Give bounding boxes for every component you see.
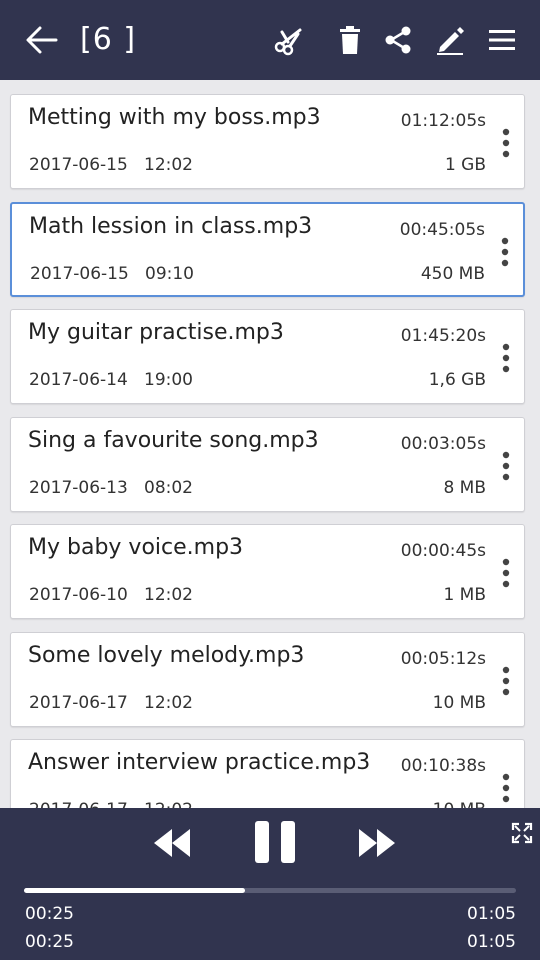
total-time: 01:05 xyxy=(467,904,516,924)
recording-duration: 01:12:05s xyxy=(400,111,486,131)
trash-icon[interactable] xyxy=(334,24,366,56)
recording-size: 1 MB xyxy=(443,585,486,605)
more-options-icon[interactable] xyxy=(496,127,516,159)
recording-item[interactable]: My guitar practise.mp3 01:45:20s 2017-06-1… xyxy=(10,309,525,404)
recording-name: Answer interview practice.mp3 xyxy=(28,750,371,775)
recording-date: 2017-06-13 08:02 xyxy=(29,478,193,498)
recording-name: Math lession in class.mp3 xyxy=(29,214,313,239)
recording-date: 2017-06-10 12:02 xyxy=(29,585,193,605)
recording-size: 10 MB xyxy=(433,800,486,808)
scissors-icon[interactable] xyxy=(272,24,304,56)
menu-icon[interactable] xyxy=(486,24,518,56)
more-options-icon[interactable] xyxy=(496,450,516,482)
recording-date: 2017-06-15 09:10 xyxy=(30,264,194,284)
more-options-icon[interactable] xyxy=(496,342,516,374)
fullscreen-icon[interactable] xyxy=(511,822,533,844)
player-panel: 00:25 01:05 00:25 01:05 xyxy=(0,808,540,960)
recording-duration: 00:10:38s xyxy=(400,756,486,776)
pause-icon[interactable] xyxy=(252,820,298,864)
more-options-icon[interactable] xyxy=(496,665,516,697)
recording-name: Some lovely melody.mp3 xyxy=(28,643,305,668)
recording-date: 2017-06-15 12:02 xyxy=(29,155,193,175)
recording-item[interactable]: My baby voice.mp3 00:00:45s 2017-06-10 12:… xyxy=(10,524,525,619)
recording-date: 2017-06-17 12:02 xyxy=(29,693,193,713)
progress-bar[interactable] xyxy=(24,888,516,893)
elapsed-time: 00:25 xyxy=(25,904,74,924)
recording-name: My baby voice.mp3 xyxy=(28,535,244,560)
total-time-secondary: 01:05 xyxy=(467,932,516,952)
recording-name: Sing a favourite song.mp3 xyxy=(28,428,319,453)
recording-size: 8 MB xyxy=(443,478,486,498)
recording-duration: 01:45:20s xyxy=(400,326,486,346)
top-app-bar: [6 ] xyxy=(0,0,540,80)
recording-size: 1 GB xyxy=(444,155,486,175)
recording-date: 2017-06-17 12:02 xyxy=(29,800,193,808)
recording-duration: 00:00:45s xyxy=(400,541,486,561)
recording-size: 1,6 GB xyxy=(428,370,486,390)
recordings-list[interactable]: Metting with my boss.mp3 01:12:05s 2017-06… xyxy=(0,80,540,808)
more-options-icon[interactable] xyxy=(496,772,516,804)
pencil-icon[interactable] xyxy=(434,24,466,56)
recording-size: 10 MB xyxy=(432,693,486,713)
fast-forward-icon[interactable] xyxy=(357,826,397,860)
selection-count: [6 ] xyxy=(80,22,137,57)
more-options-icon[interactable] xyxy=(495,236,515,268)
elapsed-time-secondary: 00:25 xyxy=(25,932,74,952)
recording-name: Metting with my boss.mp3 xyxy=(28,105,321,130)
progress-bar-fill xyxy=(24,888,246,893)
recording-item[interactable]: Math lession in class.mp3 00:45:05s 2017-0… xyxy=(10,202,525,297)
rewind-icon[interactable] xyxy=(152,826,192,860)
recording-item[interactable]: Metting with my boss.mp3 01:12:05s 2017-06… xyxy=(10,94,525,189)
recording-duration: 00:45:05s xyxy=(399,220,485,240)
recording-name: My guitar practise.mp3 xyxy=(28,320,284,345)
more-options-icon[interactable] xyxy=(496,557,516,589)
recording-item[interactable]: Some lovely melody.mp3 00:05:12s 2017-06-1… xyxy=(10,632,525,727)
recording-duration: 00:03:05s xyxy=(400,434,486,454)
recording-item[interactable]: Answer interview practice.mp3 00:10:38s 20… xyxy=(10,739,525,808)
recording-date: 2017-06-14 19:00 xyxy=(29,370,193,390)
recording-item[interactable]: Sing a favourite song.mp3 00:03:05s 2017-0… xyxy=(10,417,525,512)
recording-duration: 00:05:12s xyxy=(400,649,486,669)
recording-size: 450 MB xyxy=(420,264,485,284)
back-arrow-icon[interactable] xyxy=(24,22,60,58)
share-icon[interactable] xyxy=(382,24,414,56)
